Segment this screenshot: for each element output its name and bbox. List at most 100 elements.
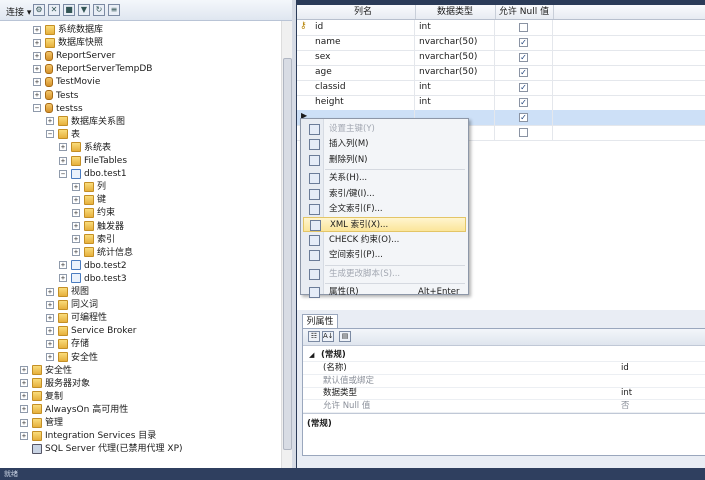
property-row[interactable]: 数据类型 int	[303, 387, 705, 400]
tree-node[interactable]: + ReportServerTempDB	[33, 63, 152, 76]
expand-toggle-icon[interactable]: +	[59, 261, 67, 270]
tree-node[interactable]: + 约束	[72, 207, 115, 220]
tree-node[interactable]: + AlwaysOn 高可用性	[20, 404, 128, 417]
tree-node[interactable]: + 列	[72, 181, 106, 194]
column-name-cell[interactable]: age	[311, 65, 415, 80]
data-type-cell[interactable]: int	[415, 20, 495, 35]
expand-toggle-icon[interactable]: −	[33, 104, 41, 113]
menu-item[interactable]: 生成更改脚本(S)...	[303, 267, 466, 282]
expand-toggle-icon[interactable]: +	[20, 366, 28, 375]
expand-toggle-icon[interactable]: +	[20, 392, 28, 401]
categorized-icon[interactable]: ☷	[308, 331, 320, 342]
connect-icon[interactable]: ⚙	[33, 4, 45, 16]
column-name-header[interactable]: 列名	[311, 5, 416, 19]
expand-toggle-icon[interactable]: +	[33, 91, 41, 99]
property-row[interactable]: (名称) id	[303, 362, 705, 375]
expand-toggle-icon[interactable]: +	[46, 287, 54, 296]
property-row[interactable]: 默认值或绑定	[303, 375, 705, 388]
tree-node[interactable]: SQL Server 代理(已禁用代理 XP)	[20, 443, 183, 456]
menu-item[interactable]: CHECK 约束(O)...	[303, 233, 466, 248]
column-name-cell[interactable]: classid	[311, 80, 415, 95]
activity-icon[interactable]: ≡	[108, 4, 120, 16]
table-row[interactable]: age nvarchar(50) ✓	[297, 65, 705, 81]
tree-node[interactable]: + TestMovie	[33, 76, 100, 89]
menu-item[interactable]: 索引/键(I)...	[303, 187, 466, 202]
expand-toggle-icon[interactable]: +	[33, 38, 41, 47]
splitter[interactable]	[292, 0, 296, 468]
allow-null-checkbox[interactable]	[519, 128, 528, 137]
tree-node[interactable]: + 复制	[20, 391, 63, 404]
allow-null-checkbox[interactable]: ✓	[519, 53, 528, 62]
expand-toggle-icon[interactable]: +	[33, 25, 41, 34]
table-row[interactable]: name nvarchar(50) ✓	[297, 35, 705, 51]
alphabetical-icon[interactable]: A↓	[322, 331, 334, 342]
property-pages-icon[interactable]: ▤	[339, 331, 351, 342]
allow-null-checkbox[interactable]	[519, 23, 528, 32]
property-value[interactable]: id	[621, 362, 629, 374]
menu-item[interactable]: 空间索引(P)...	[303, 248, 466, 263]
column-name-cell[interactable]: id	[311, 20, 415, 35]
table-row[interactable]: ⚷ id int	[297, 20, 705, 36]
allow-null-checkbox[interactable]: ✓	[519, 98, 528, 107]
tree-node[interactable]: − 表	[46, 129, 80, 142]
menu-item[interactable]: 全文索引(F)...	[303, 202, 466, 217]
property-value[interactable]: 否	[621, 400, 630, 412]
data-type-cell[interactable]: int	[415, 80, 495, 95]
tree-node[interactable]: + 安全性	[20, 365, 72, 378]
data-type-header[interactable]: 数据类型	[415, 5, 496, 19]
tree-node[interactable]: − testss	[33, 103, 83, 116]
menu-item[interactable]: 属性(R) Alt+Enter	[303, 285, 466, 300]
expand-toggle-icon[interactable]: +	[20, 379, 28, 388]
table-row[interactable]: sex nvarchar(50) ✓	[297, 50, 705, 66]
tree-node[interactable]: + Integration Services 目录	[20, 430, 156, 443]
expand-toggle-icon[interactable]: +	[33, 64, 41, 73]
menu-item[interactable]: 关系(H)...	[303, 171, 466, 186]
expand-toggle-icon[interactable]: +	[46, 117, 54, 126]
tree-node[interactable]: + 数据库关系图	[46, 116, 125, 129]
tree-node[interactable]: + 系统数据库	[33, 24, 103, 37]
allow-null-checkbox[interactable]: ✓	[519, 38, 528, 47]
expand-toggle-icon[interactable]: +	[72, 248, 80, 257]
tree-node[interactable]: − dbo.test1	[59, 168, 127, 181]
expand-toggle-icon[interactable]: +	[72, 235, 80, 244]
menu-item[interactable]: 删除列(N)	[303, 153, 466, 168]
tree-node[interactable]: + ReportServer	[33, 50, 115, 63]
property-group-row[interactable]: ◢ (常规)	[303, 349, 705, 362]
expand-toggle-icon[interactable]: +	[72, 208, 80, 217]
expand-toggle-icon[interactable]: +	[59, 274, 67, 283]
property-row[interactable]: 允许 Null 值 否	[303, 400, 705, 413]
connect-button[interactable]: 连接 ▾	[6, 5, 31, 18]
tree-node[interactable]: + dbo.test2	[59, 260, 127, 273]
filter-icon[interactable]: ▼	[78, 4, 90, 16]
collapse-icon[interactable]: ◢	[309, 349, 314, 361]
data-type-cell[interactable]: nvarchar(50)	[415, 65, 495, 80]
table-row[interactable]: classid int ✓	[297, 80, 705, 96]
tree-node[interactable]: + 数据库快照	[33, 37, 103, 50]
expand-toggle-icon[interactable]: +	[72, 182, 80, 191]
tree-node[interactable]: + 存储	[46, 338, 89, 351]
data-type-cell[interactable]: int	[415, 95, 495, 110]
stop-icon[interactable]: ■	[63, 4, 75, 16]
allow-null-checkbox[interactable]: ✓	[519, 83, 528, 92]
expand-toggle-icon[interactable]: +	[33, 51, 41, 60]
tree-node[interactable]: + 同义词	[46, 299, 98, 312]
tree-node[interactable]: + dbo.test3	[59, 273, 127, 286]
tree-node[interactable]: + 系统表	[59, 142, 111, 155]
column-name-cell[interactable]: name	[311, 35, 415, 50]
tree-node[interactable]: + 可编程性	[46, 312, 107, 325]
data-type-cell[interactable]: nvarchar(50)	[415, 35, 495, 50]
column-name-cell[interactable]: sex	[311, 50, 415, 65]
expand-toggle-icon[interactable]: +	[46, 339, 54, 348]
expand-toggle-icon[interactable]: +	[46, 326, 54, 335]
tree-node[interactable]: + 安全性	[46, 352, 98, 365]
expand-toggle-icon[interactable]: +	[59, 143, 67, 152]
expand-toggle-icon[interactable]: +	[46, 300, 54, 309]
expand-toggle-icon[interactable]: −	[46, 130, 54, 139]
expand-toggle-icon[interactable]: +	[46, 353, 54, 361]
disconnect-icon[interactable]: ✕	[48, 4, 60, 16]
allow-null-checkbox[interactable]: ✓	[519, 113, 528, 122]
menu-item[interactable]: 插入列(M)	[303, 137, 466, 152]
tree-node[interactable]: + Tests	[33, 90, 78, 103]
tree-node[interactable]: + 键	[72, 194, 106, 207]
refresh-icon[interactable]: ↻	[93, 4, 105, 16]
